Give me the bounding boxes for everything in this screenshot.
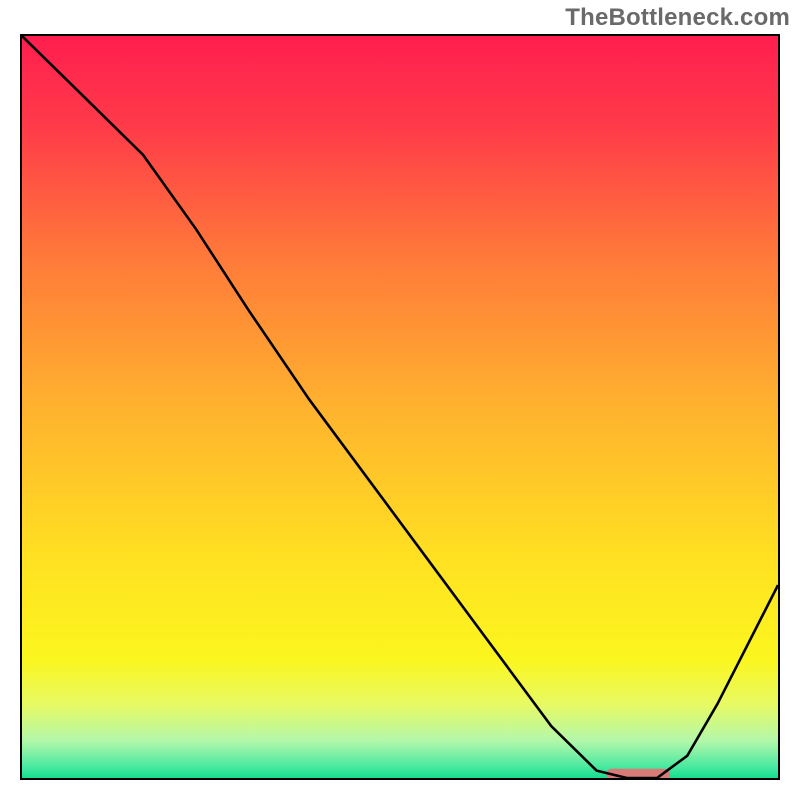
chart-svg xyxy=(22,36,778,778)
chart-frame xyxy=(20,34,780,780)
attribution-label: TheBottleneck.com xyxy=(565,4,790,32)
chart-canvas: TheBottleneck.com xyxy=(0,0,800,800)
